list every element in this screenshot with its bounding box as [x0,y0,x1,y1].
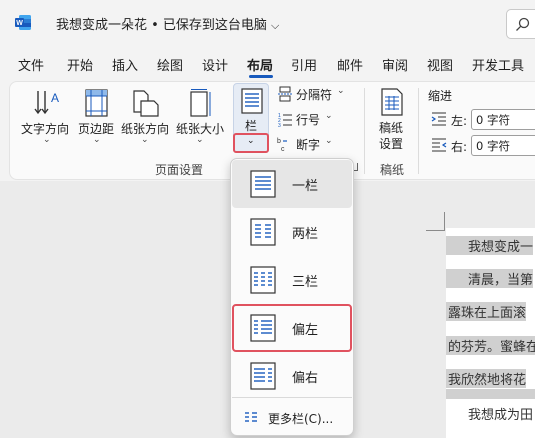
tab-developer[interactable]: 开发工具 [472,55,524,74]
two-columns-icon [250,218,276,246]
hyphenation-icon: b c [277,138,287,152]
manuscript-group-label: 稿纸 [380,163,405,177]
word-app-icon: W [15,15,31,30]
svg-text:c: c [281,146,285,152]
columns-dropdown-toggle[interactable]: ⌄ [233,133,269,153]
size-button[interactable]: 纸张大小 ⌄ [175,86,227,148]
indent-right-label: 右: [451,140,468,154]
document-text-line[interactable]: 我欣然地将花 [446,369,527,388]
document-text-line[interactable]: 我想变成一 [446,236,534,255]
group-separator [418,88,419,174]
menu-item-one-column[interactable]: 一栏 [232,160,352,208]
menu-item-label: 偏左 [292,323,319,338]
breaks-button[interactable]: 分隔符 ⌄ [277,84,347,104]
text-direction-button[interactable]: A 文字方向 ⌄ [18,86,76,148]
indent-right-icon [432,138,447,152]
document-text-line[interactable]: 露珠在上面滚 [446,302,527,321]
tab-home[interactable]: 开始 [67,55,93,74]
manuscript-setup-label-line2: 设置 [379,137,404,151]
one-column-icon [250,170,276,198]
orientation-button[interactable]: 纸张方向 ⌄ [120,86,172,148]
chevron-down-icon: ⌄ [325,136,333,146]
chevron-down-icon: ⌄ [141,135,149,145]
breaks-icon [278,86,292,102]
document-title[interactable]: 我想变成一朵花 • 已保存到这台电脑 ⌵ [56,14,279,33]
chevron-down-icon: ⌄ [196,135,204,145]
active-tab-indicator [249,75,273,78]
menu-item-right-column[interactable]: 偏右 [232,352,352,400]
columns-label: 栏 [245,119,258,133]
indent-left-label: 左: [451,114,468,128]
manuscript-setup-button[interactable]: 稿纸 设置 [372,86,412,152]
menu-item-label: 一栏 [292,179,319,194]
manuscript-setup-label-line1: 稿纸 [379,121,404,135]
tab-layout[interactable]: 布局 [247,55,273,74]
tab-references[interactable]: 引用 [291,55,317,74]
indent-right-input[interactable]: 0 字符 [471,135,535,156]
more-columns-label: 更多栏(C)... [268,412,334,426]
tab-view[interactable]: 视图 [427,55,453,74]
menu-item-more-columns[interactable]: 更多栏(C)... [232,402,352,432]
manuscript-grid-icon [381,88,403,116]
tab-review[interactable]: 审阅 [382,55,408,74]
tab-insert[interactable]: 插入 [112,55,138,74]
page-setup-group-label: 页面设置 [155,163,204,177]
text-direction-icon: A [34,91,59,115]
svg-text:A: A [51,91,59,105]
menu-item-label: 三栏 [292,275,319,290]
group-separator [364,88,365,174]
chevron-down-icon: ⌄ [325,111,333,121]
left-column-icon [250,314,276,342]
svg-text:b: b [277,138,281,145]
document-text-line[interactable]: 清晨，当第 [446,269,534,288]
menu-item-two-columns[interactable]: 两栏 [232,208,352,256]
hyphenation-button[interactable]: b c 断字 ⌄ [277,134,337,154]
chevron-down-icon: ⌄ [337,86,345,96]
menu-item-three-columns[interactable]: 三栏 [232,256,352,304]
indent-left-icon [431,112,446,126]
search-box[interactable] [506,9,535,39]
search-icon [516,17,530,31]
menu-item-label: 两栏 [292,227,319,242]
menu-separator [232,397,352,398]
document-text-line[interactable]: 的芬芳。蜜蜂在 [446,336,535,355]
breaks-label: 分隔符 [296,88,333,102]
margin-corner-mark [426,230,445,231]
chevron-down-icon: ⌵ [270,19,280,32]
chevron-down-icon: ⌄ [247,136,255,146]
tab-design[interactable]: 设计 [202,55,228,74]
document-title-text: 我想变成一朵花 • 已保存到这台电脑 [56,18,267,33]
line-numbers-button[interactable]: 1 2 3 行号 ⌄ [277,109,337,129]
line-numbers-icon: 1 2 3 [278,113,292,127]
document-text-line[interactable]: 我想成为田 [446,404,533,423]
svg-text:W: W [16,20,23,27]
columns-icon [241,88,263,114]
svg-text:3: 3 [278,123,281,127]
hyphenation-label: 断字 [296,138,321,152]
tab-file[interactable]: 文件 [18,55,44,74]
tab-mailings[interactable]: 邮件 [337,55,363,74]
orientation-icon [133,90,159,117]
indent-left-input[interactable]: 0 字符 [471,109,535,130]
three-columns-icon [250,266,276,294]
chevron-down-icon: ⌄ [93,135,101,145]
tab-draw[interactable]: 绘图 [157,55,183,74]
margins-icon [85,89,108,117]
right-column-icon [250,362,276,390]
indent-header: 缩进 [428,89,453,103]
line-numbers-label: 行号 [296,113,321,127]
menu-item-left-column[interactable]: 偏左 [232,304,352,352]
more-columns-icon [245,412,257,422]
margins-button[interactable]: 页边距 ⌄ [78,86,118,148]
chevron-down-icon: ⌄ [43,135,51,145]
menu-item-label: 偏右 [292,371,319,386]
margin-corner-mark [444,212,445,231]
paper-size-icon [190,89,211,117]
selection-highlight [446,389,535,399]
